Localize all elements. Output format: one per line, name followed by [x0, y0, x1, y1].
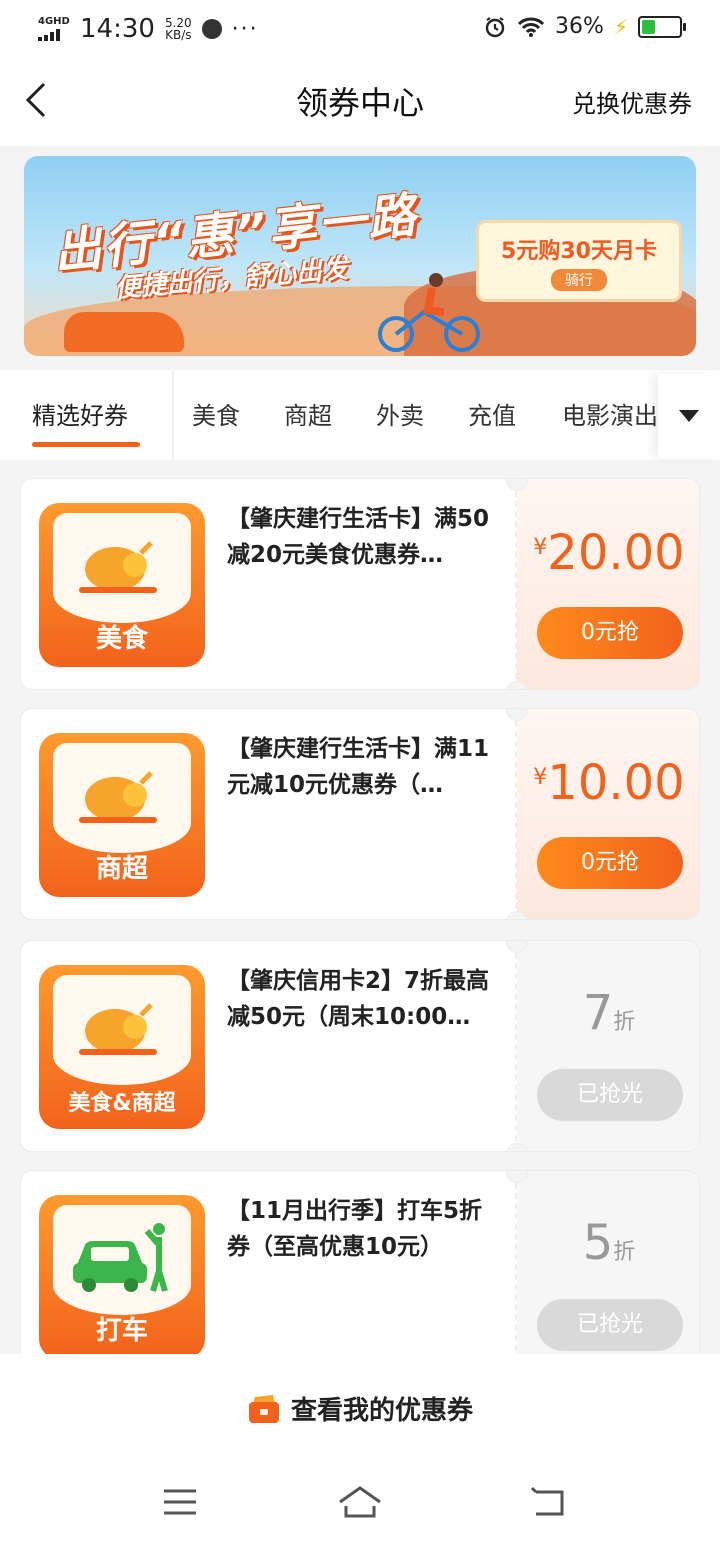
coupon-value-panel: ¥20.00 0元抢: [517, 479, 699, 689]
sold-out-button: 已抢光: [537, 1299, 683, 1351]
coupon-category-label: 商超: [95, 854, 148, 884]
home-button[interactable]: [336, 1482, 384, 1522]
coupon-category-label: 美食: [95, 624, 148, 654]
coupon-title: 【肇庆建行生活卡】满11元减10元优惠券（…: [227, 736, 490, 798]
view-my-coupons-button[interactable]: 查看我的优惠券: [0, 1390, 720, 1427]
menu-button[interactable]: [160, 1482, 200, 1522]
redeem-coupon-link[interactable]: 兑换优惠券: [572, 84, 692, 119]
bottom-bar: 查看我的优惠券: [0, 1354, 720, 1544]
coupon-value-panel: ¥10.00 0元抢: [517, 709, 699, 919]
coupon-title: 【肇庆信用卡2】7折最高减50元（周末10:00…: [227, 968, 490, 1030]
coupon-value-panel: 7折 已抢光: [517, 941, 699, 1151]
banner-offer-card: 5元购30天月卡 骑行: [476, 220, 682, 302]
system-navigation: [0, 1472, 720, 1532]
coupon-title: 【11月出行季】打车5折券（至高优惠10元）: [227, 1198, 483, 1260]
discount-value: 7: [582, 985, 614, 1041]
coupon-category-badge: 美食&商超: [39, 965, 205, 1129]
currency-symbol: ¥: [533, 765, 548, 790]
status-right: 36% ⚡: [483, 14, 686, 39]
grab-coupon-button[interactable]: 0元抢: [537, 607, 683, 659]
promo-banner[interactable]: 出行“惠”享一路 便捷出行，舒心出发 5元购30天月卡 骑行: [24, 156, 696, 356]
coupon-value-panel: 5折 已抢光: [517, 1171, 699, 1381]
coupon-card[interactable]: 商超 【肇庆建行生活卡】满11元减10元优惠券（… ¥10.00 0元抢: [20, 708, 700, 920]
coupon-category-label: 打车: [95, 1316, 148, 1346]
return-icon: [530, 1486, 564, 1516]
banner-offer-title: 5元购30天月卡: [501, 239, 657, 264]
tab-recharge[interactable]: 充值: [468, 396, 516, 431]
coupon-card[interactable]: 美食 【肇庆建行生活卡】满50减20元美食优惠券… ¥20.00 0元抢: [20, 478, 700, 690]
coupon-category-badge: 打车: [39, 1195, 205, 1359]
status-bar: 4GHD 14:30 5.20 KB/s ··· 36% ⚡: [0, 0, 720, 56]
tab-supermarket[interactable]: 商超: [284, 396, 332, 431]
signal-indicator: 4GHD: [38, 17, 70, 41]
coupon-amount: ¥20.00: [517, 525, 699, 581]
tab-featured[interactable]: 精选好券: [32, 396, 128, 431]
coupon-category-badge: 商超: [39, 733, 205, 897]
grab-coupon-button[interactable]: 0元抢: [537, 837, 683, 889]
home-icon: [339, 1486, 381, 1518]
wallet-icon: [248, 1394, 279, 1423]
amount-value: 10.00: [547, 755, 685, 811]
status-left: 4GHD 14:30 5.20 KB/s ···: [38, 14, 259, 44]
tab-takeout[interactable]: 外卖: [376, 396, 424, 431]
currency-symbol: ¥: [533, 535, 548, 560]
tab-divider: [172, 370, 174, 460]
charging-icon: ⚡: [613, 14, 628, 39]
banner-offer-tag: 骑行: [551, 269, 607, 291]
hamburger-icon: [164, 1489, 196, 1515]
battery-percent: 36%: [555, 14, 604, 39]
network-type: 4GHD: [38, 16, 70, 27]
roast-chicken-icon: [79, 1003, 157, 1055]
wifi-icon: [517, 17, 545, 37]
tab-movies-shows[interactable]: 电影演出: [562, 396, 658, 431]
alarm-icon: [485, 16, 505, 37]
coupon-card[interactable]: 打车 【11月出行季】打车5折券（至高优惠10元） 5折 已抢光: [20, 1170, 700, 1382]
network-speed: 5.20 KB/s: [165, 17, 192, 41]
triangle-down-icon: [679, 410, 699, 422]
sold-out-button: 已抢光: [537, 1069, 683, 1121]
tab-food[interactable]: 美食: [192, 396, 240, 431]
coupon-category-label: 美食&商超: [68, 1091, 176, 1116]
coupon-category-badge: 美食: [39, 503, 205, 667]
coupon-discount: 5折: [517, 1215, 699, 1271]
cyclist-illustration: [378, 273, 480, 352]
amount-value: 20.00: [547, 525, 685, 581]
speed-unit: KB/s: [165, 28, 192, 42]
roast-chicken-icon: [79, 541, 157, 593]
expand-tabs-button[interactable]: [658, 374, 720, 458]
category-tabs: 精选好券 美食 商超 外卖 充值 电影演出: [0, 370, 720, 460]
taxi-icon: [73, 1223, 168, 1292]
view-my-coupons-label: 查看我的优惠券: [290, 1396, 473, 1426]
signal-bars-icon: [38, 29, 70, 41]
nav-bar: 领券中心 兑换优惠券: [0, 56, 720, 146]
battery-level: [642, 19, 655, 34]
coupon-card[interactable]: 美食&商超 【肇庆信用卡2】7折最高减50元（周末10:00… 7折 已抢光: [20, 940, 700, 1152]
discount-value: 5: [582, 1215, 614, 1271]
coupon-amount: ¥10.00: [517, 755, 699, 811]
discount-unit: 折: [613, 1240, 636, 1265]
back-nav-button[interactable]: [528, 1482, 568, 1522]
coupon-title: 【肇庆建行生活卡】满50减20元美食优惠券…: [227, 506, 490, 568]
app-notification-icon: [201, 19, 222, 39]
battery-icon: [638, 15, 686, 38]
active-tab-indicator: [32, 442, 140, 447]
roast-chicken-icon: [79, 771, 157, 823]
car-illustration: [64, 312, 184, 352]
clock: 14:30: [80, 14, 155, 44]
more-notifications-icon: ···: [231, 16, 259, 42]
coupon-discount: 7折: [517, 985, 699, 1041]
discount-unit: 折: [613, 1010, 636, 1035]
